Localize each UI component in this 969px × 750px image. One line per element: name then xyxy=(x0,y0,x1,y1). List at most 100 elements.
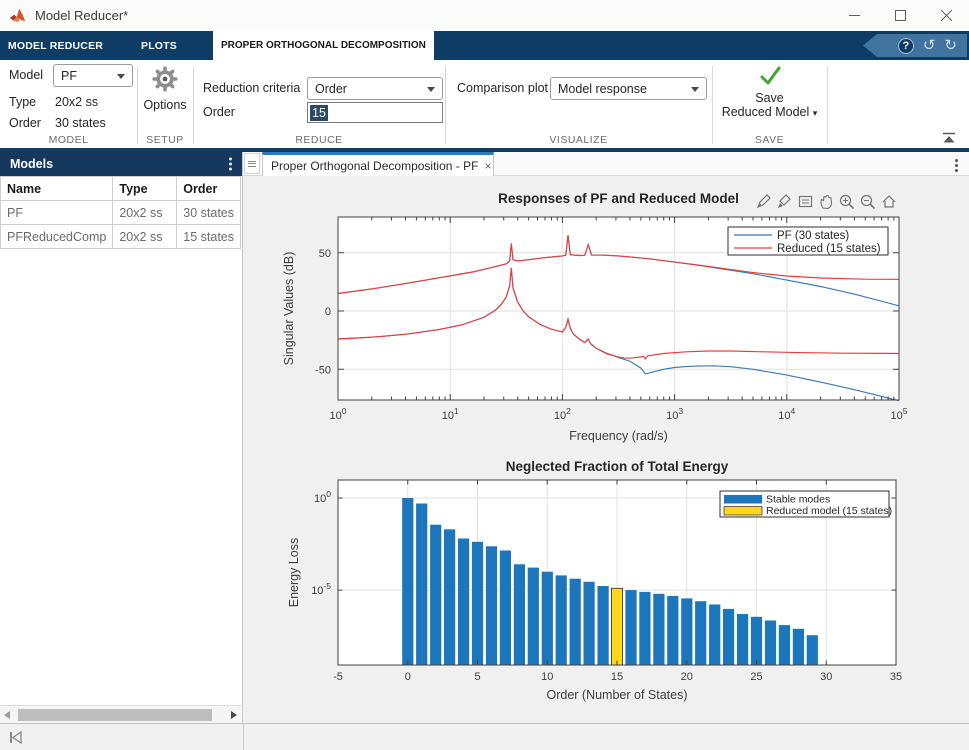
comparison-plot-dropdown[interactable]: Model response xyxy=(550,77,707,100)
scroll-right-icon[interactable] xyxy=(227,711,241,719)
svg-text:0: 0 xyxy=(405,671,411,683)
chevron-down-icon xyxy=(691,87,699,92)
bar-stable-mode xyxy=(570,579,581,665)
bar-stable-mode xyxy=(625,590,636,665)
order-value: 30 states xyxy=(55,116,106,130)
type-label: Type xyxy=(9,95,36,109)
energy-xlabel: Order (Number of States) xyxy=(546,688,687,702)
bar-stable-mode xyxy=(584,582,595,665)
reduction-criteria-label: Reduction criteria xyxy=(203,81,300,95)
comparison-plot-label: Comparison plot xyxy=(457,81,548,95)
zoom-in-icon[interactable] xyxy=(839,193,855,210)
reduce-order-label: Order xyxy=(203,105,235,119)
sigma-title: Responses of PF and Reduced Model xyxy=(498,191,739,206)
tab-plots[interactable]: PLOTS xyxy=(111,31,207,60)
svg-text:100: 100 xyxy=(330,406,347,422)
bar-stable-mode xyxy=(653,594,664,665)
svg-text:Reduced (15 states): Reduced (15 states) xyxy=(777,243,881,255)
svg-text:0: 0 xyxy=(325,306,331,318)
reduce-section-label: REDUCE xyxy=(193,134,445,146)
svg-text:100: 100 xyxy=(314,489,331,505)
tab-close-icon[interactable]: × xyxy=(484,159,491,173)
models-panel-title: Models xyxy=(10,157,53,171)
bar-stable-mode xyxy=(556,575,567,665)
energy-ylabel: Energy Loss xyxy=(287,538,301,607)
bar-stable-mode xyxy=(500,551,511,666)
reduction-criteria-dropdown[interactable]: Order xyxy=(307,77,443,100)
bar-stable-mode xyxy=(444,529,455,665)
axes-toolbar xyxy=(755,193,897,210)
collapse-toolstrip-icon[interactable] xyxy=(941,132,957,144)
bar-stable-mode xyxy=(416,504,427,666)
redo-icon[interactable]: ↻ xyxy=(944,38,957,53)
bar-stable-mode xyxy=(598,586,609,665)
sigma-xlabel: Frequency (rad/s) xyxy=(569,429,668,443)
document-menu-icon[interactable] xyxy=(955,157,958,174)
svg-text:101: 101 xyxy=(442,406,459,422)
quick-access-toolbar: ? ↺ ↻ xyxy=(863,34,967,57)
bar-stable-mode xyxy=(737,614,748,665)
scrollbar-thumb[interactable] xyxy=(18,709,212,721)
models-table: Name Type Order PF20x2 ss30 states PFRed… xyxy=(0,176,241,249)
model-dropdown[interactable]: PF xyxy=(53,64,133,87)
minimize-button[interactable] xyxy=(831,0,877,31)
models-menu-icon[interactable] xyxy=(229,156,232,173)
models-panel: Models Name Type Order PF20x2 ss30 state… xyxy=(0,152,243,723)
order-input[interactable]: 15 xyxy=(307,102,443,123)
svg-text:10-5: 10-5 xyxy=(311,581,331,597)
save-reduced-model-button[interactable]: Save Reduced Model ▾ xyxy=(712,64,827,120)
collapse-panel-icon[interactable] xyxy=(9,731,23,744)
svg-text:5: 5 xyxy=(474,671,480,683)
svg-text:Stable modes: Stable modes xyxy=(766,494,830,506)
home-icon[interactable] xyxy=(881,193,897,210)
col-name: Name xyxy=(1,177,113,201)
table-row[interactable]: PFReducedComp20x2 ss15 states xyxy=(1,225,241,249)
maximize-button[interactable] xyxy=(877,0,923,31)
pan-icon[interactable] xyxy=(818,193,834,210)
document-area: Proper Orthogonal Decomposition - PF × 1… xyxy=(243,152,969,723)
document-tab-bar: Proper Orthogonal Decomposition - PF × xyxy=(243,152,969,176)
model-label: Model xyxy=(9,68,43,82)
document-tab-title: Proper Orthogonal Decomposition - PF xyxy=(271,159,478,173)
check-icon xyxy=(756,64,784,88)
zoom-out-icon[interactable] xyxy=(860,193,876,210)
models-panel-header: Models xyxy=(0,152,242,176)
help-icon[interactable]: ? xyxy=(898,38,914,54)
undo-icon[interactable]: ↺ xyxy=(923,38,936,53)
brush-icon[interactable] xyxy=(776,193,792,210)
table-row[interactable]: PF20x2 ss30 states xyxy=(1,201,241,225)
close-button[interactable] xyxy=(923,0,969,31)
bar-reduced-model xyxy=(611,588,622,665)
bar-stable-mode xyxy=(751,617,762,665)
horizontal-scrollbar[interactable] xyxy=(0,705,241,723)
order-label: Order xyxy=(9,116,41,130)
tab-model-reducer[interactable]: MODEL REDUCER xyxy=(0,31,111,60)
scroll-left-icon[interactable] xyxy=(0,711,14,719)
bar-stable-mode xyxy=(681,598,692,665)
svg-text:104: 104 xyxy=(778,406,795,422)
svg-text:105: 105 xyxy=(891,406,908,422)
gear-icon xyxy=(151,65,179,93)
svg-text:25: 25 xyxy=(750,671,762,683)
svg-text:Reduced model (15 states): Reduced model (15 states) xyxy=(766,505,892,517)
options-button[interactable]: Options xyxy=(137,65,193,112)
title-bar: Model Reducer* xyxy=(0,0,969,31)
bar-stable-mode xyxy=(430,525,441,665)
figure-canvas: 100101102103104105-50050Frequency (rad/s… xyxy=(243,176,969,723)
ribbon-tab-bar: MODEL REDUCER PLOTS PROPER ORTHOGONAL DE… xyxy=(0,31,969,60)
bar-stable-mode xyxy=(542,572,553,665)
panel-menu-button[interactable] xyxy=(244,153,260,174)
svg-text:-5: -5 xyxy=(333,671,343,683)
bar-stable-mode xyxy=(779,625,790,665)
tab-proper-orthogonal-decomposition[interactable]: PROPER ORTHOGONAL DECOMPOSITION xyxy=(213,31,434,60)
chevron-down-icon xyxy=(117,74,125,79)
bar-stable-mode xyxy=(667,596,678,665)
bar-stable-mode xyxy=(472,542,483,665)
bar-stable-mode xyxy=(695,601,706,665)
bar-stable-mode xyxy=(639,592,650,665)
datatip-icon[interactable] xyxy=(797,193,813,210)
svg-text:30: 30 xyxy=(820,671,832,683)
type-value: 20x2 ss xyxy=(55,95,98,109)
edit-plot-icon[interactable] xyxy=(755,193,771,210)
document-tab[interactable]: Proper Orthogonal Decomposition - PF × xyxy=(262,152,494,176)
